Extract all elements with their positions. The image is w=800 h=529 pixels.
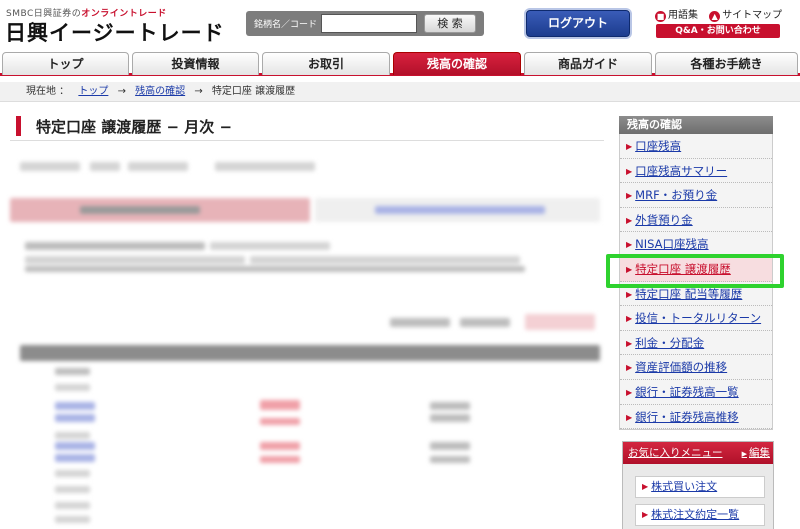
arrow-right-icon: ▶ <box>626 142 633 151</box>
arrow-right-icon: ▶ <box>626 387 633 397</box>
search-label: 銘柄名／コード <box>254 20 318 30</box>
arrow-right-icon: ▶ <box>626 412 633 422</box>
header: SMBC日興証券のオンライントレード 日興イージートレード 銘柄名／コード 検 … <box>0 0 800 50</box>
arrow-right-icon: ▶ <box>626 166 633 176</box>
book-icon: ■ <box>655 11 666 22</box>
tab-top[interactable]: トップ <box>2 52 129 75</box>
sitemap-link[interactable]: ▲ サイトマップ <box>709 6 782 22</box>
sidebar-item-balance-summary[interactable]: ▶ 口座残高サマリー <box>620 159 772 184</box>
sidebar-item-bank-securities-trend[interactable]: ▶ 銀行・証券残高推移 <box>620 405 772 430</box>
tab-product-guide[interactable]: 商品ガイド <box>524 52 652 75</box>
sidebar-item-asset-trend[interactable]: ▶ 資産評価額の推移 <box>620 355 772 380</box>
sidebar-heading: 残高の確認 <box>619 116 773 134</box>
arrow-right-icon: ▶ <box>626 191 633 201</box>
breadcrumb-separator: → <box>117 86 126 97</box>
arrow-right-icon: ▶ <box>626 338 633 348</box>
favorites-menu: お気に入りメニュー ▶ 編集 ▶ 株式買い注文 ▶ 株式注文約定一覧 <box>622 441 774 529</box>
title-accent-bar <box>16 116 21 136</box>
brand-logo[interactable]: 日興イージートレード <box>5 17 225 47</box>
breadcrumb-current: 特定口座 譲渡履歴 <box>211 86 296 97</box>
sitemap-icon: ▲ <box>709 11 721 22</box>
page-title: 特定口座 譲渡履歴 − 月次 − <box>10 113 604 141</box>
sitemap-label: サイトマップ <box>722 10 783 21</box>
breadcrumb-prefix: 現在地 ： <box>26 86 70 97</box>
qa-contact-button[interactable]: Q&A・お問い合わせ <box>656 24 780 38</box>
arrow-right-icon: ▶ <box>626 363 633 373</box>
arrow-right-icon: ▶ <box>642 482 649 491</box>
tab-trading[interactable]: お取引 <box>262 52 390 75</box>
main-nav: トップ 投資情報 お取引 残高の確認 商品ガイド 各種お手続き <box>0 50 800 76</box>
sidebar-item-mrf-deposit[interactable]: ▶ MRF・お預り金 <box>620 183 772 208</box>
arrow-right-icon: ▶ <box>741 450 747 458</box>
breadcrumb-separator: → <box>194 86 203 97</box>
logout-button[interactable]: ログアウト <box>526 10 630 37</box>
favorites-heading: お気に入りメニュー ▶ 編集 <box>623 442 773 464</box>
search-button[interactable]: 検 索 <box>424 14 476 33</box>
sidebar-item-account-balance[interactable]: ▶ 口座残高 <box>620 134 772 159</box>
search-input[interactable] <box>321 14 417 33</box>
arrow-right-icon: ▶ <box>642 510 649 519</box>
glossary-link[interactable]: ■ 用語集 <box>655 6 698 22</box>
page-title-text: 特定口座 譲渡履歴 − 月次 − <box>36 118 233 136</box>
glossary-label: 用語集 <box>668 10 698 21</box>
favorite-item-stock-buy[interactable]: ▶ 株式買い注文 <box>635 476 765 498</box>
highlight-box <box>606 254 784 288</box>
favorites-title[interactable]: お気に入りメニュー <box>628 447 723 459</box>
stock-search: 銘柄名／コード 検 索 <box>246 11 484 36</box>
tab-market-info[interactable]: 投資情報 <box>132 52 259 75</box>
sidebar-item-bank-securities-list[interactable]: ▶ 銀行・証券残高一覧 <box>620 380 772 405</box>
favorite-item-order-list[interactable]: ▶ 株式注文約定一覧 <box>635 504 765 526</box>
breadcrumb-top[interactable]: トップ <box>78 86 108 97</box>
arrow-right-icon: ▶ <box>626 240 633 250</box>
arrow-right-icon: ▶ <box>626 314 633 324</box>
breadcrumb: 現在地 ： トップ → 残高の確認 → 特定口座 譲渡履歴 <box>0 82 800 102</box>
redacted-content <box>10 152 604 529</box>
breadcrumb-balance[interactable]: 残高の確認 <box>135 86 185 97</box>
favorites-edit-link[interactable]: ▶ 編集 <box>742 442 770 465</box>
utility-links: ■ 用語集 ▲ サイトマップ <box>655 6 790 22</box>
tab-procedures[interactable]: 各種お手続き <box>655 52 798 75</box>
arrow-right-icon: ▶ <box>626 215 633 225</box>
arrow-right-icon: ▶ <box>626 289 633 299</box>
tab-balance[interactable]: 残高の確認 <box>393 52 521 75</box>
sidebar-item-fund-total-return[interactable]: ▶ 投信・トータルリターン <box>620 306 772 331</box>
sidebar-item-interest-distribution[interactable]: ▶ 利金・分配金 <box>620 331 772 356</box>
sidebar-item-foreign-deposit[interactable]: ▶ 外貨預り金 <box>620 208 772 233</box>
